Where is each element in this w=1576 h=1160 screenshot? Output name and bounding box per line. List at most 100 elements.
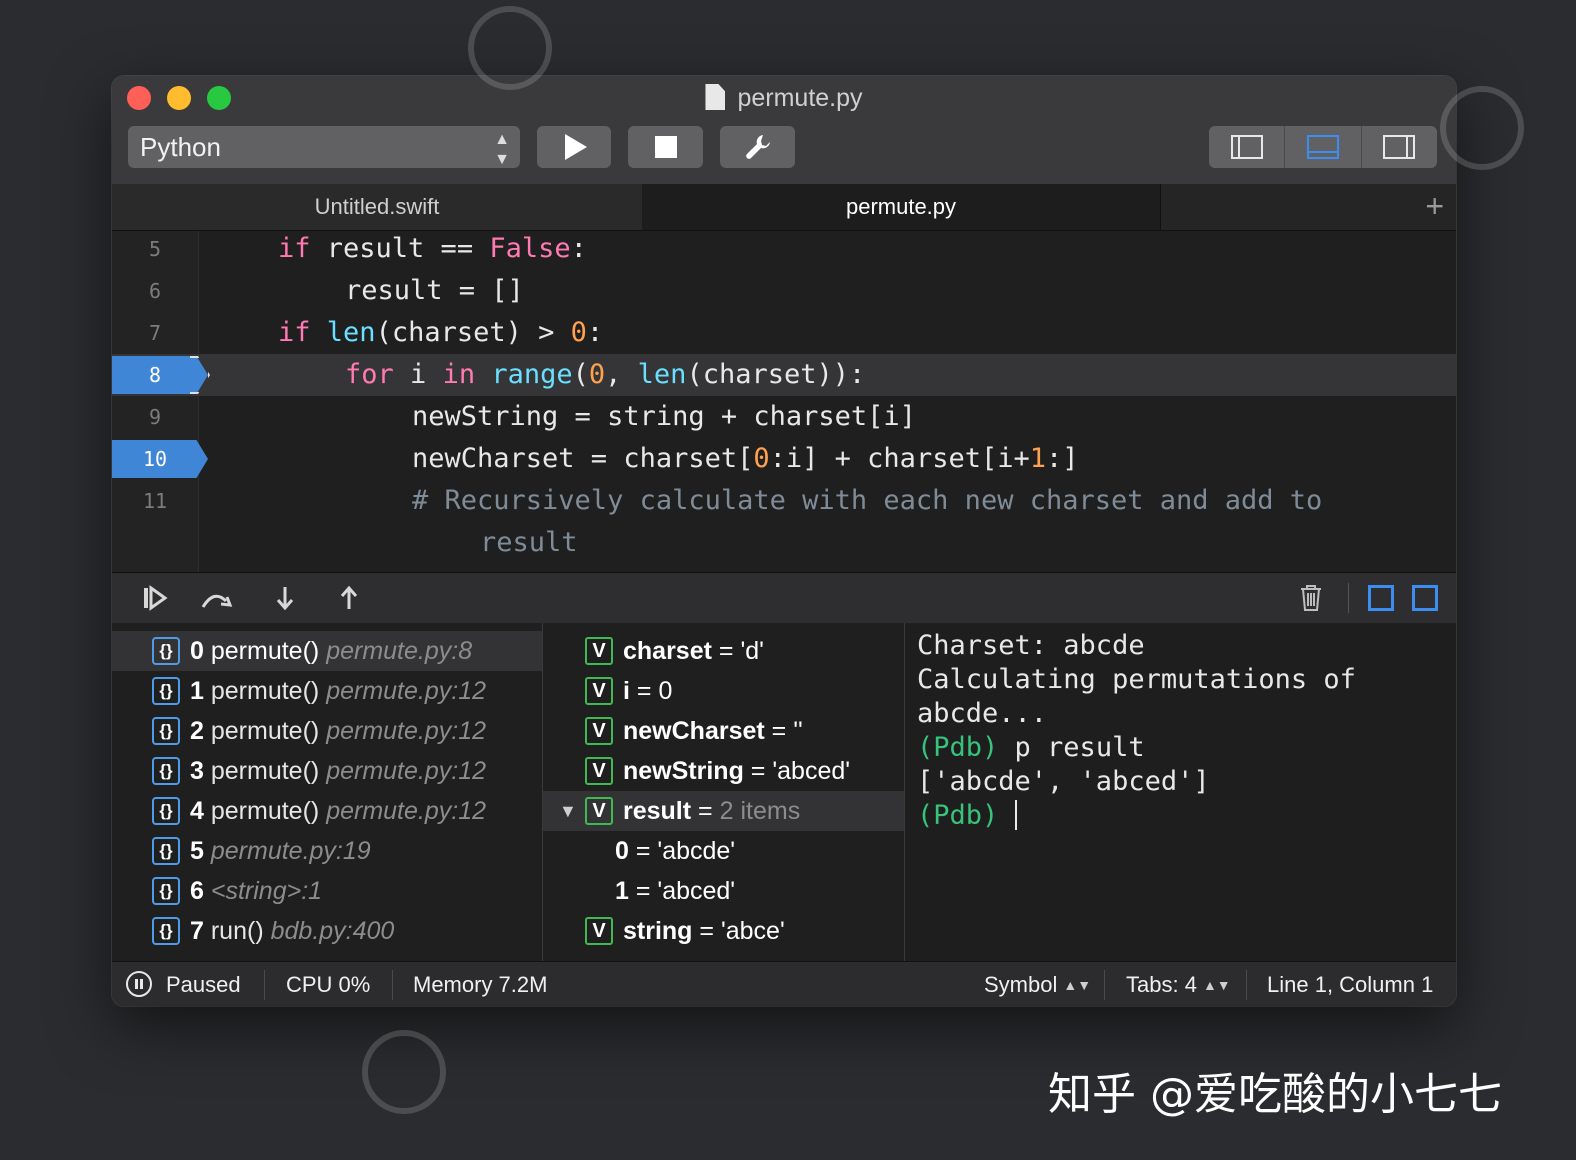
frame-icon: {} [152, 837, 180, 865]
variables-panel: V charset = 'd' V i = 0 V newCharset = '… [543, 623, 905, 961]
code-text: newCharset = charset[0:i] + charset[i+1:… [412, 443, 1079, 474]
status-divider [1246, 970, 1247, 1000]
stack-frame[interactable]: {} 0 permute() permute.py:8 [112, 631, 542, 671]
status-divider [264, 970, 265, 1000]
status-divider [392, 970, 393, 1000]
status-divider [1104, 970, 1105, 1000]
cursor-position: Line 1, Column 1 [1267, 972, 1434, 997]
pause-icon[interactable] [126, 971, 152, 997]
language-select[interactable]: Python ▲ ▼ [128, 126, 520, 168]
variable-icon: V [585, 757, 613, 785]
code-text: if result == False: [278, 233, 587, 264]
line-number: 10 [142, 447, 168, 471]
stop-button[interactable] [628, 126, 703, 168]
console-prompt[interactable]: (Pdb) [917, 799, 1017, 833]
debug-toolbar [112, 572, 1456, 624]
variable-child-row[interactable]: 1 = 'abced' [543, 871, 904, 911]
toolbar-divider [1348, 583, 1349, 613]
code-text: newString = string + charset[i] [412, 401, 916, 432]
trash-icon[interactable] [1298, 583, 1324, 613]
stack-frame[interactable]: {} 4 permute() permute.py:12 [112, 791, 542, 831]
code-comment: # Recursively calculate with each new ch… [412, 485, 1323, 516]
chevron-updown-icon: ▲▼ [1202, 977, 1231, 993]
line-number: 8 [148, 363, 162, 387]
current-line: 8 for i in range(0, len(charset)): [112, 354, 1456, 396]
step-into-button[interactable] [274, 585, 296, 611]
code-line: 7 if len(charset) > 0: [112, 312, 1456, 354]
run-state: Paused [166, 972, 241, 997]
variable-row[interactable]: V i = 0 [543, 671, 904, 711]
disclosure-triangle-icon[interactable]: ▼ [559, 791, 577, 831]
variable-row[interactable]: V string = 'abce' [543, 911, 904, 951]
memory-usage: Memory 7.2M [413, 972, 548, 997]
console-command: (Pdb) p result [917, 732, 1145, 763]
code-line: 9 newString = string + charset[i] [112, 396, 1456, 438]
cpu-usage: CPU 0% [286, 972, 371, 997]
continue-button[interactable] [142, 585, 168, 611]
toggle-left-panel-button[interactable] [1209, 126, 1286, 168]
stack-frame[interactable]: {} 1 permute() permute.py:12 [112, 671, 542, 711]
add-tab-button[interactable]: + [1425, 184, 1444, 228]
stack-frame[interactable]: {} 2 permute() permute.py:12 [112, 711, 542, 751]
frame-icon: {} [152, 797, 180, 825]
console-output: ['abcde', 'abced'] [917, 766, 1210, 797]
toggle-console-button[interactable] [1412, 585, 1438, 611]
settings-button[interactable] [720, 126, 795, 168]
variable-icon: V [585, 917, 613, 945]
stack-frame[interactable]: {} 5 permute.py:19 [112, 831, 542, 871]
stop-icon [654, 136, 677, 158]
zhihu-watermark: 知乎 @爱吃酸的小七七 [1048, 1069, 1502, 1120]
tab-bar: Untitled.swift permute.py + [112, 184, 1456, 231]
tab-permute-py[interactable]: permute.py [642, 184, 1161, 230]
debug-panels: {} 0 permute() permute.py:8 {} 1 permute… [112, 623, 1456, 961]
variable-row-expanded[interactable]: ▼ V result = 2 items [543, 791, 904, 831]
toggle-variables-button[interactable] [1368, 585, 1394, 611]
frame-icon: {} [152, 717, 180, 745]
editor-window: permute.py Python ▲ ▼ Untitled.swift perm… [112, 76, 1456, 1006]
stack-frame[interactable]: {} 7 run() bdb.py:400 [112, 911, 542, 951]
text-cursor [1014, 800, 1017, 830]
console-output: Calculating permutations of [917, 664, 1356, 695]
panel-bottom-icon [1306, 135, 1339, 159]
code-line-wrap: result [112, 522, 1456, 564]
console-output: Charset: abcde [917, 630, 1145, 661]
code-text: for i in range(0, len(charset)): [345, 359, 866, 390]
window-title: permute.py [112, 84, 1456, 113]
variable-icon: V [585, 637, 613, 665]
line-number: 5 [148, 237, 162, 261]
variable-row[interactable]: V charset = 'd' [543, 631, 904, 671]
sidebar-right-icon [1383, 135, 1416, 159]
tabs-select[interactable]: Tabs: 4 ▲▼ [1126, 962, 1231, 1006]
toggle-right-panel-button[interactable] [1362, 126, 1437, 168]
line-number: 6 [148, 279, 162, 303]
call-stack-panel: {} 0 permute() permute.py:8 {} 1 permute… [112, 623, 543, 961]
variable-icon: V [585, 677, 613, 705]
step-over-button[interactable] [200, 585, 236, 611]
title-bar: permute.py Python ▲ ▼ [112, 76, 1456, 185]
code-line: 6 result = [] [112, 270, 1456, 312]
watermark-logo [1440, 86, 1524, 170]
stack-frame[interactable]: {} 6 <string>:1 [112, 871, 542, 911]
variable-icon: V [585, 717, 613, 745]
step-out-button[interactable] [338, 585, 360, 611]
variable-row[interactable]: V newString = 'abced' [543, 751, 904, 791]
symbol-select[interactable]: Symbol ▲▼ [984, 962, 1091, 1006]
variable-row[interactable]: V newCharset = '' [543, 711, 904, 751]
tab-untitled-swift[interactable]: Untitled.swift [112, 184, 643, 230]
variable-child-row[interactable]: 0 = 'abcde' [543, 831, 904, 871]
code-line: 5 if result == False: [112, 231, 1456, 270]
code-line: 10 newCharset = charset[0:i] + charset[i… [112, 438, 1456, 480]
code-editor[interactable]: 5 if result == False: 6 result = [] 7 if… [112, 231, 1456, 572]
debug-console[interactable]: Charset: abcde Calculating permutations … [905, 623, 1456, 961]
line-number: 7 [148, 321, 162, 345]
toggle-bottom-panel-button[interactable] [1285, 126, 1362, 168]
chevron-updown-icon: ▲▼ [494, 131, 510, 168]
frame-icon: {} [152, 757, 180, 785]
frame-icon: {} [152, 637, 180, 665]
console-output: abcde... [917, 698, 1048, 729]
code-text: result = [] [345, 275, 524, 306]
status-bar: Paused CPU 0% Memory 7.2M Symbol ▲▼ Tabs:… [112, 961, 1456, 1006]
stack-frame[interactable]: {} 3 permute() permute.py:12 [112, 751, 542, 791]
panel-toggle-group [1209, 126, 1437, 168]
run-button[interactable] [537, 126, 611, 168]
